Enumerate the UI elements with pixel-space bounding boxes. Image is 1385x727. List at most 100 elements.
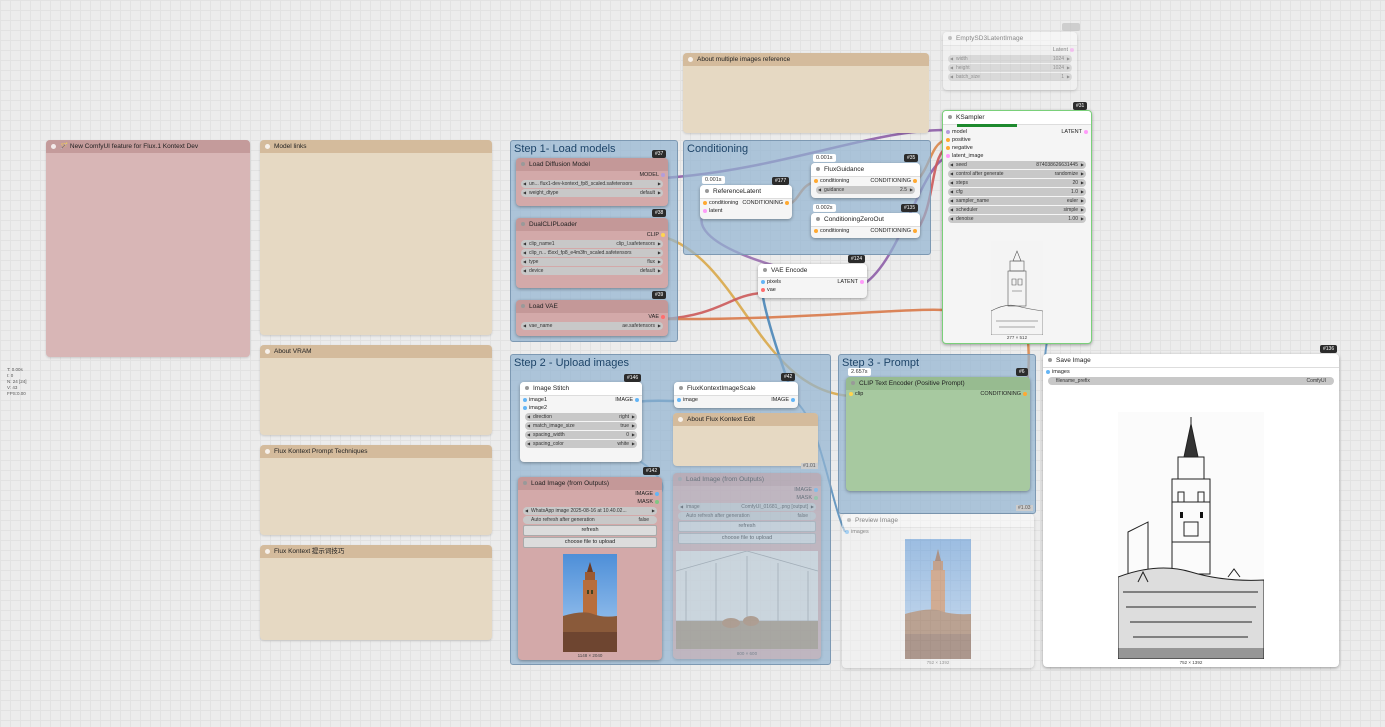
widget-denoise[interactable]: denoise 1.00 xyxy=(948,215,1086,223)
widget-weight-dtype[interactable]: weight_dtype default xyxy=(521,189,663,197)
note-new-feature[interactable]: 🪄 New ComfyUI feature for Flux.1 Kontext… xyxy=(46,140,250,357)
output-dot[interactable] xyxy=(913,179,917,183)
node-vae-encode[interactable]: VAE Encode pixels LATENT vae xyxy=(758,264,867,298)
node-ksampler[interactable]: KSampler model LATENT positive negative l… xyxy=(942,110,1092,344)
input-dot[interactable] xyxy=(1046,370,1050,374)
widget-value: WhatsApp image 2025-08-16 at 10.40.02... xyxy=(531,508,627,514)
output-dot[interactable] xyxy=(814,496,818,500)
widget-vae-name[interactable]: vae_name ae.safetensors xyxy=(521,322,663,330)
output-dot[interactable] xyxy=(1084,130,1088,134)
node-clip-text-encoder[interactable]: CLIP Text Encoder (Positive Prompt) clip… xyxy=(846,377,1030,491)
widget-match-image-size[interactable]: match_image_size true xyxy=(525,422,637,430)
output-dot[interactable] xyxy=(1023,392,1027,396)
output-dot[interactable] xyxy=(635,398,639,402)
input-conditioning: conditioning xyxy=(820,178,850,184)
note-prompt-techniques[interactable]: Flux Kontext Prompt Techniques xyxy=(260,445,492,535)
widget-sampler-name[interactable]: sampler_name euler xyxy=(948,197,1086,205)
stat-line: FPS:0.00 xyxy=(7,391,26,396)
node-reference-latent[interactable]: ReferenceLatent conditioning CONDITIONING… xyxy=(700,185,792,219)
output-dot[interactable] xyxy=(913,229,917,233)
output-dot[interactable] xyxy=(655,492,659,496)
output-dot[interactable] xyxy=(785,201,789,205)
note-multiple-images[interactable]: About multiple images reference xyxy=(683,53,929,133)
output-dot[interactable] xyxy=(860,280,864,284)
note-kontext-cn[interactable]: Flux Kontext 提示词技巧 xyxy=(260,545,492,640)
output-dot[interactable] xyxy=(814,488,818,492)
widget-type[interactable]: type flux xyxy=(521,258,663,266)
widget-value: 1024 xyxy=(1052,65,1064,71)
output-dot[interactable] xyxy=(655,500,659,504)
node-conditioning-zero-out[interactable]: ConditioningZeroOut conditioning CONDITIO… xyxy=(811,213,920,238)
widget-clip-name1[interactable]: clip_name1 clip_l.safetensors xyxy=(521,240,663,248)
node-image-stitch[interactable]: Image Stitch image1 IMAGE image2 directio… xyxy=(520,382,642,462)
note-about-vram[interactable]: About VRAM xyxy=(260,345,492,435)
input-model: model xyxy=(952,129,967,135)
input-dot[interactable] xyxy=(946,146,950,150)
node-flux-guidance[interactable]: FluxGuidance conditioning CONDITIONING gu… xyxy=(811,163,920,198)
widget-value: 1024 xyxy=(1052,56,1064,62)
widget-width[interactable]: width 1024 xyxy=(948,55,1072,63)
output-conditioning: CONDITIONING xyxy=(870,228,911,234)
node-empty-latent[interactable]: EmptySD3LatentImage Latent width 1024 hei… xyxy=(943,32,1077,90)
widget-device[interactable]: device default xyxy=(521,267,663,275)
input-dot[interactable] xyxy=(946,138,950,142)
input-dot[interactable] xyxy=(814,179,818,183)
widget-seed[interactable]: seed 874038626631445 xyxy=(948,161,1086,169)
input-dot[interactable] xyxy=(703,201,707,205)
widget-control-after-generate[interactable]: control after generate randomize xyxy=(948,170,1086,178)
node-save-image[interactable]: Save Image images filename_prefix ComfyUI… xyxy=(1043,354,1339,667)
input-dot[interactable] xyxy=(761,288,765,292)
widget-image-file[interactable]: image ComfyUI_01681_.png [output] xyxy=(678,503,816,511)
widget-guidance[interactable]: guidance 2.5 xyxy=(816,186,915,194)
widget-label: guidance xyxy=(824,187,845,193)
widget-filename-prefix[interactable]: filename_prefix ComfyUI xyxy=(1048,377,1334,385)
widget-auto-refresh[interactable]: Auto refresh after generation false xyxy=(678,512,816,520)
widget-scheduler[interactable]: scheduler simple xyxy=(948,206,1086,214)
input-dot[interactable] xyxy=(523,398,527,402)
upload-button[interactable]: choose file to upload xyxy=(523,537,657,548)
input-dot[interactable] xyxy=(946,130,950,134)
upload-button[interactable]: choose file to upload xyxy=(678,533,816,544)
node-load-image-2[interactable]: Load Image (from Outputs) IMAGE MASK ima… xyxy=(673,473,821,659)
widget-steps[interactable]: steps 20 xyxy=(948,179,1086,187)
note-model-links[interactable]: Model links xyxy=(260,140,492,335)
output-dot[interactable] xyxy=(661,173,665,177)
node-load-vae[interactable]: Load VAE VAE vae_name ae.safetensors xyxy=(516,300,668,336)
refresh-button[interactable]: refresh xyxy=(523,525,657,536)
note-about-edit[interactable]: About Flux Kontext Edit xyxy=(673,413,818,466)
node-load-image-1[interactable]: Load Image (from Outputs) IMAGE MASK Wha… xyxy=(518,477,662,660)
input-dot[interactable] xyxy=(814,229,818,233)
output-dot[interactable] xyxy=(661,315,665,319)
node-preview-image[interactable]: Preview Image images 752 × 1392 xyxy=(842,514,1034,668)
widget-height[interactable]: height 1024 xyxy=(948,64,1072,72)
widget-unet-name[interactable]: un... flux1-dev-kontext_fp8_scaled.safet… xyxy=(521,180,663,188)
node-load-diffusion-model[interactable]: Load Diffusion Model MODEL un... flux1-d… xyxy=(516,158,668,206)
widget-cfg[interactable]: cfg 1.0 xyxy=(948,188,1086,196)
widget-label: direction xyxy=(533,414,552,420)
input-dot[interactable] xyxy=(849,392,853,396)
widget-image-file[interactable]: WhatsApp image 2025-08-16 at 10.40.02... xyxy=(523,507,657,515)
output-dot[interactable] xyxy=(661,233,665,237)
output-dot[interactable] xyxy=(1070,48,1074,52)
node-flux-kontext-image-scale[interactable]: FluxKontextImageScale image IMAGE xyxy=(674,382,798,408)
widget-clip-name2[interactable]: clip_n... t5xxl_fp8_e4m3fn_scaled.safete… xyxy=(521,249,663,257)
output-conditioning: CONDITIONING xyxy=(742,200,783,206)
widget-spacing-width[interactable]: spacing_width 0 xyxy=(525,431,637,439)
input-dot[interactable] xyxy=(703,209,707,213)
input-dot[interactable] xyxy=(677,398,681,402)
node-title: EmptySD3LatentImage xyxy=(943,32,1077,46)
widget-auto-refresh[interactable]: Auto refresh after generation false xyxy=(523,516,657,524)
widget-batch-size[interactable]: batch_size 1 xyxy=(948,73,1072,81)
widget-value: 1.00 xyxy=(1068,216,1078,222)
input-dot[interactable] xyxy=(761,280,765,284)
badge-31: #31 xyxy=(1073,102,1088,110)
input-dot[interactable] xyxy=(946,154,950,158)
output-dot[interactable] xyxy=(791,398,795,402)
widget-spacing-color[interactable]: spacing_color white xyxy=(525,440,637,448)
node-dual-clip-loader[interactable]: DualCLIPLoader CLIP clip_name1 clip_l.saf… xyxy=(516,218,668,288)
input-dot[interactable] xyxy=(845,530,849,534)
widget-direction[interactable]: direction right xyxy=(525,413,637,421)
input-dot[interactable] xyxy=(523,406,527,410)
refresh-button[interactable]: refresh xyxy=(678,521,816,532)
exec-time: 0.002s xyxy=(813,204,836,212)
